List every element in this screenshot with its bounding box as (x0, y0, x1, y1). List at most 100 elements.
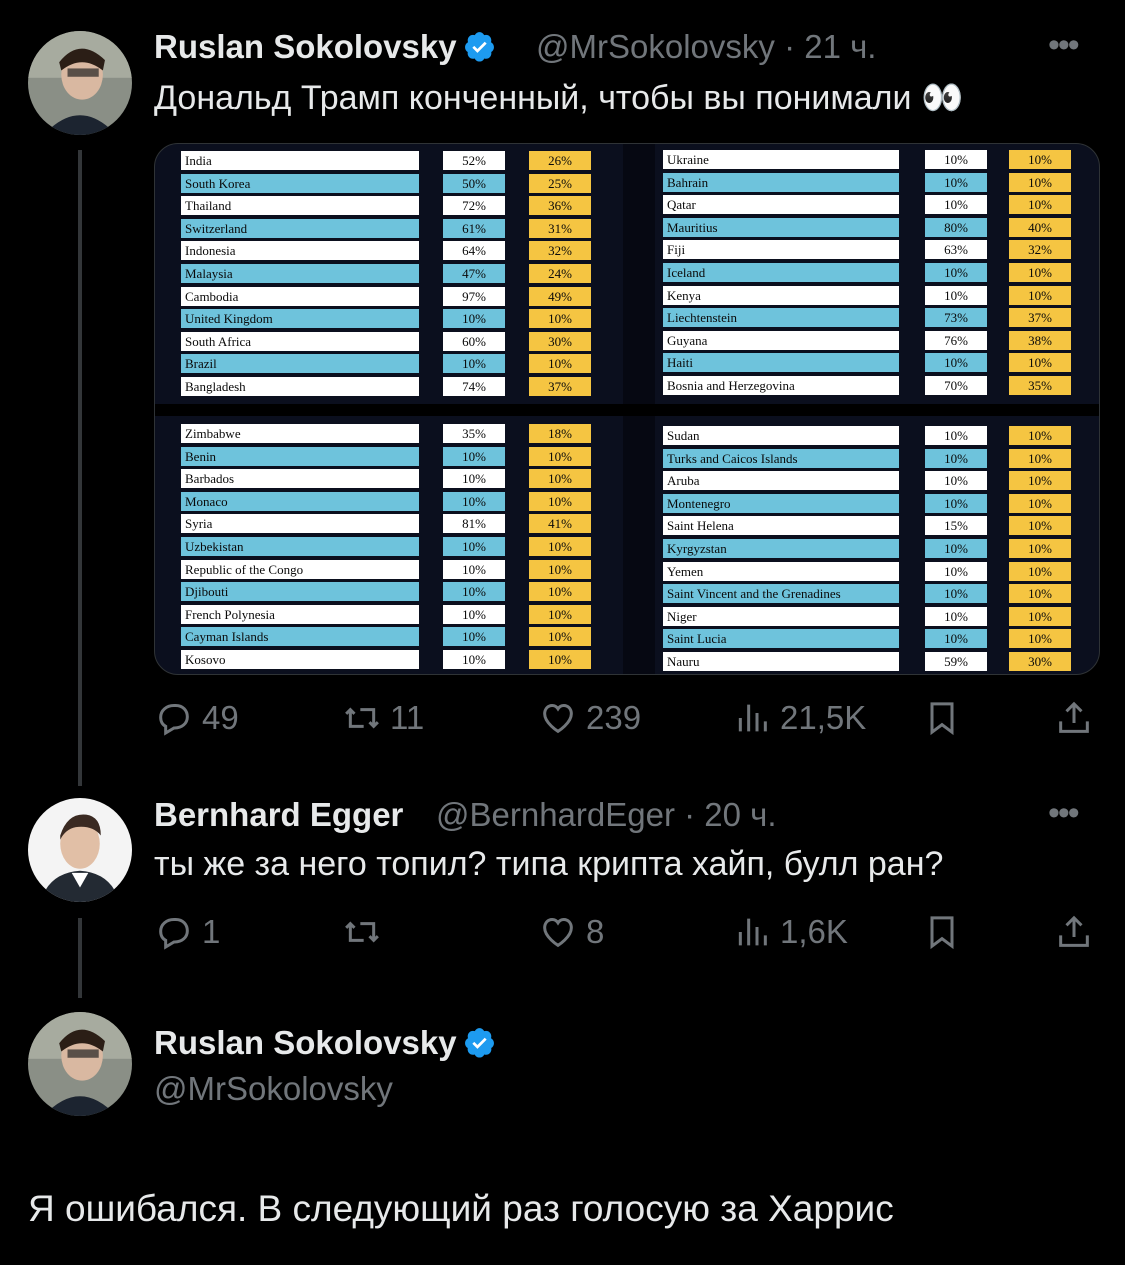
more-icon[interactable]: ••• (1048, 26, 1080, 65)
reply-button[interactable]: 49 (154, 698, 239, 738)
reciprocal-tariff-cell: 10% (1009, 471, 1071, 491)
repost-button[interactable]: 11 (342, 698, 424, 738)
share-button[interactable] (1054, 698, 1102, 738)
author-name[interactable]: Ruslan Sokolovsky (154, 28, 496, 66)
country-cell: Sudan (663, 426, 899, 445)
country-cell: Bangladesh (181, 377, 419, 396)
tariff-charged-cell: 10% (925, 629, 987, 649)
handle[interactable]: @MrSokolovsky (154, 1070, 393, 1108)
tweet-text: Дональд Трамп конченный, чтобы вы понима… (154, 79, 964, 117)
thread-line (78, 150, 82, 786)
reciprocal-tariff-cell: 10% (529, 354, 591, 374)
tariff-charged-cell: 10% (443, 446, 505, 466)
reciprocal-tariff-cell: 41% (529, 514, 591, 534)
tariff-charged-cell: 10% (925, 584, 987, 604)
table-row: Thailand 72% 36% (177, 196, 619, 216)
country-cell: Saint Helena (663, 516, 899, 536)
table-row: Kyrgyzstan 10% 10% (659, 539, 1083, 558)
more-icon[interactable]: ••• (1048, 794, 1080, 833)
reply-icon (159, 704, 189, 736)
tweet-media-table[interactable]: India 52% 26% South Korea 50% 25% Thailand 72% 3… (154, 143, 1100, 675)
bookmark-icon (930, 916, 954, 950)
avatar[interactable] (28, 1012, 132, 1116)
reciprocal-tariff-cell: 37% (529, 377, 591, 396)
reciprocal-tariff-cell: 49% (529, 286, 591, 306)
table-row: Yemen 10% 10% (659, 561, 1083, 581)
tariff-charged-cell: 10% (925, 606, 987, 626)
table-row: Cayman Islands 10% 10% (177, 627, 619, 647)
table-row: Benin 10% 10% (177, 446, 619, 466)
tariff-charged-cell: 10% (443, 650, 505, 669)
tariff-charged-cell: 61% (443, 218, 505, 238)
views-button[interactable]: 1,6K (732, 912, 848, 952)
tariff-charged-cell: 10% (443, 627, 505, 647)
table-row: Montenegro 10% 10% (659, 493, 1083, 513)
reciprocal-tariff-cell: 30% (529, 331, 591, 351)
tariff-charged-cell: 10% (443, 604, 505, 624)
reciprocal-tariff-cell: 10% (529, 627, 591, 647)
table-row: Iceland 10% 10% (659, 263, 1083, 282)
share-button[interactable] (1054, 912, 1102, 952)
like-button[interactable]: 239 (538, 698, 641, 738)
reciprocal-tariff-cell: 10% (529, 537, 591, 556)
country-cell: Kosovo (181, 650, 419, 669)
table-row: Sudan 10% 10% (659, 426, 1083, 445)
timestamp[interactable]: · 20 ч. (684, 796, 776, 833)
country-cell: Fiji (663, 240, 899, 260)
reply-button[interactable]: 1 (154, 912, 220, 952)
country-cell: Yemen (663, 561, 899, 581)
country-cell: Haiti (663, 353, 899, 373)
table-row: Barbados 10% 10% (177, 469, 619, 489)
avatar[interactable] (28, 31, 132, 135)
handle[interactable]: @MrSokolovsky (536, 28, 775, 65)
bookmark-button[interactable] (922, 912, 970, 952)
table-row: Haiti 10% 10% (659, 353, 1083, 373)
reciprocal-tariff-cell: 10% (529, 650, 591, 669)
bookmark-button[interactable] (922, 698, 970, 738)
tariff-charged-cell: 64% (443, 241, 505, 261)
reply-icon (159, 918, 189, 950)
table-row: Aruba 10% 10% (659, 471, 1083, 491)
repost-button[interactable] (342, 912, 390, 952)
handle-time[interactable]: @MrSokolovsky · 21 ч. (536, 28, 876, 66)
tweet-text: ты же за него топил? типа крипта хайп, б… (154, 845, 944, 883)
table-row: Cambodia 97% 49% (177, 286, 619, 306)
table-row: Saint Helena 15% 10% (659, 516, 1083, 536)
reciprocal-tariff-cell: 31% (529, 218, 591, 238)
avatar[interactable] (28, 798, 132, 902)
views-button[interactable]: 21,5K (732, 698, 866, 738)
country-cell: Kyrgyzstan (663, 539, 899, 558)
country-cell: Ukraine (663, 150, 899, 169)
country-cell: Aruba (663, 471, 899, 491)
tariff-charged-cell: 10% (925, 263, 987, 282)
handle-time[interactable]: @BernhardEger · 20 ч. (436, 796, 777, 834)
table-row: Indonesia 64% 32% (177, 241, 619, 261)
table-row: Syria 81% 41% (177, 514, 619, 534)
tariff-charged-cell: 47% (443, 264, 505, 283)
country-cell: Guyana (663, 330, 899, 350)
tariff-charged-cell: 10% (443, 354, 505, 374)
country-cell: Bosnia and Herzegovina (663, 376, 899, 395)
table-row: South Africa 60% 30% (177, 331, 619, 351)
country-cell: United Kingdom (181, 309, 419, 329)
tariff-charged-cell: 73% (925, 308, 987, 328)
reciprocal-tariff-cell: 10% (529, 559, 591, 579)
country-cell: Zimbabwe (181, 424, 419, 443)
table-row: Djibouti 10% 10% (177, 582, 619, 602)
country-cell: South Africa (181, 331, 419, 351)
table-row: Qatar 10% 10% (659, 195, 1083, 215)
country-cell: Indonesia (181, 241, 419, 261)
table-row: Saint Lucia 10% 10% (659, 629, 1083, 649)
table-row: Turks and Caicos Islands 10% 10% (659, 448, 1083, 468)
reciprocal-tariff-cell: 10% (529, 582, 591, 602)
table-row: Mauritius 80% 40% (659, 217, 1083, 237)
author-name[interactable]: Ruslan Sokolovsky (154, 1024, 496, 1062)
country-cell: Saint Vincent and the Grenadines (663, 584, 899, 604)
author-name[interactable]: Bernhard Egger (154, 796, 403, 834)
like-button[interactable]: 8 (538, 912, 604, 952)
table-row: Fiji 63% 32% (659, 240, 1083, 260)
timestamp[interactable]: · 21 ч. (784, 28, 876, 65)
views-icon (738, 918, 767, 946)
handle[interactable]: @BernhardEger (436, 796, 675, 833)
country-cell: Saint Lucia (663, 629, 899, 649)
